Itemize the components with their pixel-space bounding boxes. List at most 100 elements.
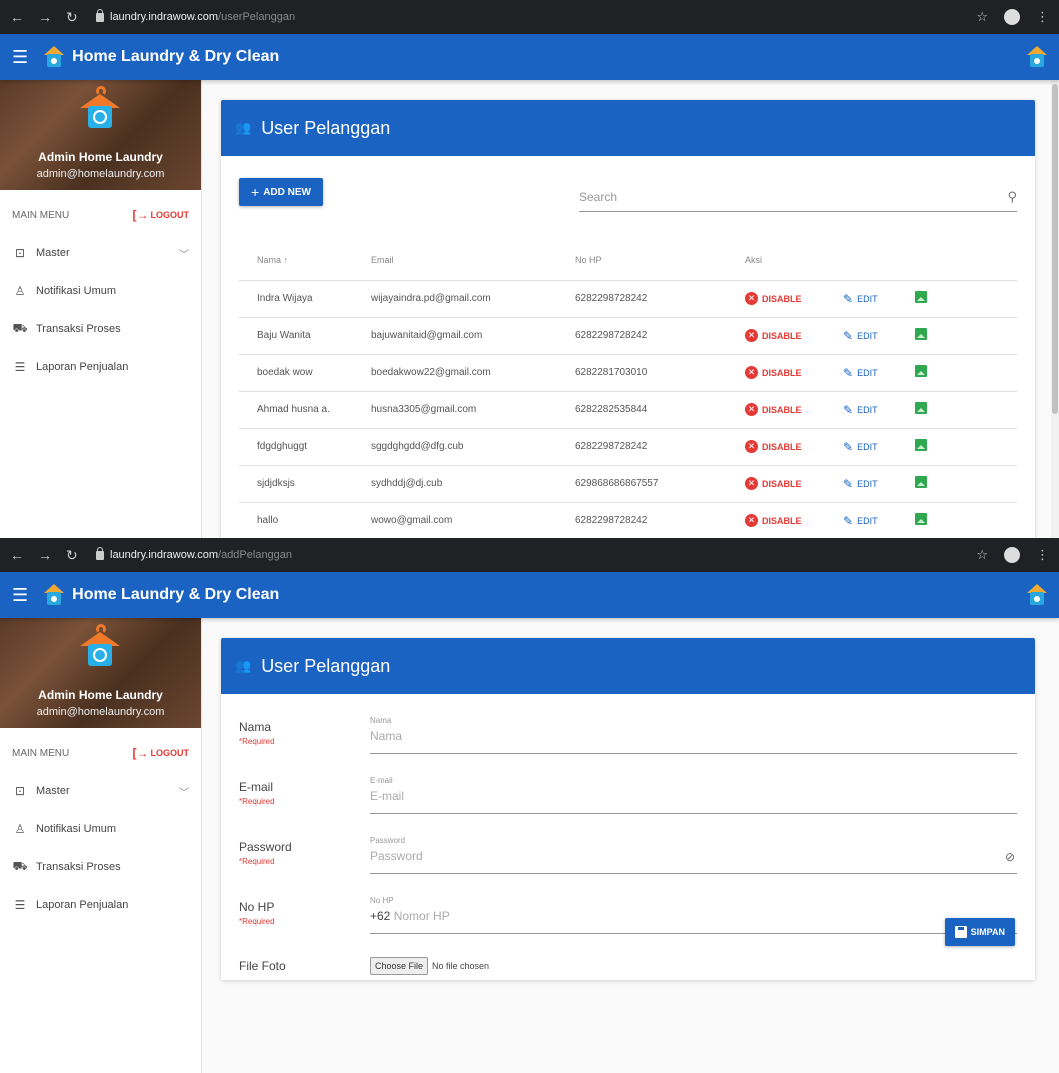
image-icon[interactable] (915, 402, 927, 414)
password-field[interactable]: Password Password ⊘ (370, 830, 1017, 874)
cell-edit: ✎ EDIT (843, 391, 915, 429)
sidebar-item-master[interactable]: ⊡ Master ﹀ (0, 772, 201, 810)
hamburger-menu-icon[interactable]: ☰ (12, 47, 28, 68)
image-icon[interactable] (915, 291, 927, 303)
url-path: /addPelanggan (218, 549, 293, 561)
cart-icon: ⛟ (12, 859, 28, 873)
col-email: Email (371, 240, 575, 281)
image-icon[interactable] (915, 365, 927, 377)
pencil-icon: ✎ (843, 476, 854, 491)
disable-button[interactable]: ✕ DISABLE (745, 477, 802, 490)
cell-edit: ✎ EDIT (843, 317, 915, 355)
user-email: admin@homelaundry.com (36, 706, 165, 718)
sidebar-item-notifikasi[interactable]: ♙ Notifikasi Umum (0, 810, 201, 848)
disable-button[interactable]: ✕ DISABLE (745, 514, 802, 527)
sidebar-item-transaksi[interactable]: ⛟ Transaksi Proses (0, 310, 201, 348)
disable-button[interactable]: ✕ DISABLE (745, 329, 802, 342)
cell-edit: ✎ EDIT (843, 280, 915, 318)
kebab-menu-icon[interactable]: ⋮ (1036, 547, 1049, 563)
sidebar-item-transaksi[interactable]: ⛟ Transaksi Proses (0, 848, 201, 886)
address-bar[interactable]: laundry.indrawow.com/addPelanggan (96, 546, 976, 561)
image-icon[interactable] (915, 328, 927, 340)
cell-photo (915, 391, 1017, 429)
reload-icon[interactable]: ↻ (66, 10, 78, 24)
sidebar-item-laporan[interactable]: ☰ Laporan Penjualan (0, 348, 201, 386)
nohp-field[interactable]: No HP +62 Nomor HP (370, 890, 1017, 934)
table-row: Baju Wanita bajuwanitaid@gmail.com 6282298… (239, 317, 1017, 355)
edit-button[interactable]: ✎ EDIT (843, 440, 878, 454)
required-note: *Required (239, 857, 275, 866)
hamburger-menu-icon[interactable]: ☰ (12, 585, 28, 606)
image-icon[interactable] (915, 513, 927, 525)
star-icon[interactable]: ☆ (976, 547, 988, 563)
report-icon: ☰ (14, 898, 26, 912)
profile-avatar[interactable] (1004, 9, 1020, 25)
logout-icon: [→ (132, 746, 149, 760)
kebab-menu-icon[interactable]: ⋮ (1036, 9, 1049, 25)
cell-nama: Indra Wijaya (239, 280, 371, 318)
logout-button[interactable]: [→ LOGOUT (133, 746, 190, 760)
app-logo-icon (44, 46, 65, 68)
app-logo-icon-right[interactable] (1027, 46, 1047, 68)
col-nama[interactable]: Nama ↑ (239, 240, 371, 281)
disable-button[interactable]: ✕ DISABLE (745, 292, 802, 305)
add-user-card: 👥 User Pelanggan Nama *Required Nama Nama … (221, 638, 1035, 980)
eye-off-icon[interactable]: ⊘ (1005, 850, 1015, 864)
cell-email: sydhddj@dj.cub (371, 465, 575, 503)
sidebar-2: Admin Home Laundry admin@homelaundry.com… (0, 618, 202, 1073)
url-host: laundry.indrawow.com (110, 549, 219, 561)
profile-cover: Admin Home Laundry admin@homelaundry.com (0, 618, 201, 728)
nama-field[interactable]: Nama Nama (370, 710, 1017, 754)
email-label: E-mail (239, 780, 274, 794)
close-circle-icon: ✕ (745, 440, 758, 453)
edit-button[interactable]: ✎ EDIT (843, 403, 878, 417)
address-bar[interactable]: laundry.indrawow.com/userPelanggan (96, 8, 976, 23)
add-new-button[interactable]: + ADD NEW (239, 178, 323, 206)
table-row: sjdjdksjs sydhddj@dj.cub 629868686867557 ✕ D… (239, 465, 1017, 503)
page-scrollbar[interactable] (1051, 80, 1059, 538)
logout-icon: [→ (132, 208, 149, 222)
cell-photo (915, 280, 1017, 318)
chevron-down-icon: ﹀ (179, 249, 189, 261)
master-icon: ⊡ (14, 246, 26, 260)
email-field[interactable]: E-mail E-mail (370, 770, 1017, 814)
star-icon[interactable]: ☆ (976, 9, 988, 25)
sidebar-item-master[interactable]: ⊡ Master ﹀ (0, 234, 201, 272)
cell-email: bajuwanitaid@gmail.com (371, 317, 575, 355)
cell-nama: boedak wow (239, 354, 371, 392)
logout-button[interactable]: [→ LOGOUT (133, 208, 190, 222)
forward-icon[interactable]: → (38, 548, 52, 562)
cell-nama: sjdjdksjs (239, 465, 371, 503)
app-logo-icon-right[interactable] (1027, 584, 1047, 606)
sidebar-item-laporan[interactable]: ☰ Laporan Penjualan (0, 886, 201, 924)
edit-button[interactable]: ✎ EDIT (843, 477, 878, 491)
back-icon[interactable]: ← (10, 548, 24, 562)
forward-icon[interactable]: → (38, 10, 52, 24)
image-icon[interactable] (915, 476, 927, 488)
profile-avatar[interactable] (1004, 547, 1020, 563)
reload-icon[interactable]: ↻ (66, 548, 78, 562)
edit-button[interactable]: ✎ EDIT (843, 366, 878, 380)
search-input[interactable]: Search ⚲ (579, 183, 1017, 212)
simpan-button[interactable]: SIMPAN (944, 918, 1015, 946)
disable-button[interactable]: ✕ DISABLE (745, 403, 802, 416)
choose-file-button[interactable]: Choose File (370, 957, 429, 975)
cell-nama: hallo (239, 502, 371, 538)
cell-email: wowo@gmail.com (371, 502, 575, 538)
edit-button[interactable]: ✎ EDIT (843, 329, 878, 343)
image-icon[interactable] (915, 439, 927, 451)
disable-button[interactable]: ✕ DISABLE (745, 440, 802, 453)
user-name: Admin Home Laundry (38, 150, 163, 164)
master-icon: ⊡ (14, 784, 26, 798)
sidebar-item-notifikasi[interactable]: ♙ Notifikasi Umum (0, 272, 201, 310)
table-header-row: Nama ↑ Email No HP Aksi (239, 240, 1017, 281)
edit-button[interactable]: ✎ EDIT (843, 292, 878, 306)
browser-toolbar: ← → ↻ laundry.indrawow.com/userPelanggan… (0, 0, 1059, 34)
laundry-logo-icon (80, 86, 120, 128)
sidebar: Admin Home Laundry admin@homelaundry.com… (0, 80, 202, 538)
sort-asc-icon: ↑ (283, 254, 289, 265)
user-name: Admin Home Laundry (38, 688, 163, 702)
edit-button[interactable]: ✎ EDIT (843, 514, 878, 528)
disable-button[interactable]: ✕ DISABLE (745, 366, 802, 379)
back-icon[interactable]: ← (10, 10, 24, 24)
